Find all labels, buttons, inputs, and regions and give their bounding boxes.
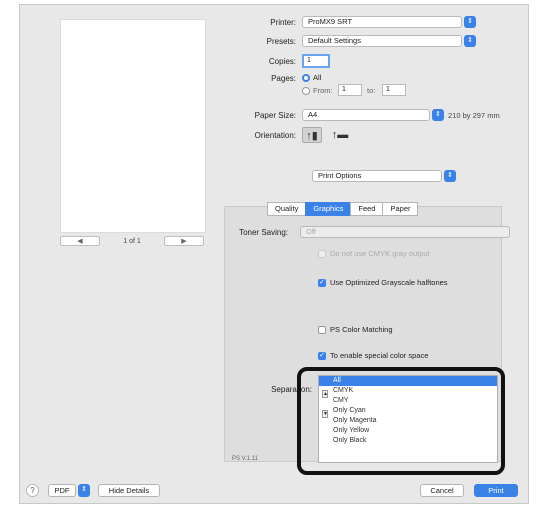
highlight-outline [297,367,505,475]
tab-paper[interactable]: Paper [382,202,419,216]
orientation-label: Orientation: [254,131,296,140]
grayed-option-checkbox [318,250,326,258]
pages-all-label: All [313,73,322,82]
optimized-halftone-checkbox[interactable]: ✓ [318,279,326,287]
tab-graphics[interactable]: Graphics [305,202,352,216]
pages-range-radio[interactable] [302,87,310,95]
print-options-popup[interactable]: Print Options [312,170,442,182]
print-button[interactable]: Print [474,484,518,497]
printer-label: Printer: [270,18,296,27]
optimized-halftone-label: Use Optimized Grayscale halftones [330,278,448,287]
tab-quality[interactable]: Quality [267,202,307,216]
cancel-button[interactable]: Cancel [420,484,464,497]
right-arrow-icon: ▶ [181,238,187,245]
toner-saving-popup[interactable]: Off [300,226,510,238]
printer-stepper-icon[interactable]: ⇕ [464,16,476,28]
presets-popup[interactable]: Default Settings [302,35,462,47]
help-button[interactable]: ? [26,484,39,497]
pages-from-label: From: [313,86,333,95]
paper-size-dimensions: 210 by 297 mm [448,111,500,120]
driver-version: PS V.1.11 [232,456,259,462]
landscape-orientation-button[interactable]: ↑▬ [330,127,350,143]
special-color-space-checkbox[interactable]: ✓ [318,352,326,360]
pdf-dropdown-icon[interactable]: ⇕ [78,484,90,497]
paper-size-label: Paper Size: [254,111,296,120]
presets-stepper-icon[interactable]: ⇕ [464,35,476,47]
paper-size-popup[interactable]: A4 [302,109,430,121]
pages-to-field[interactable]: 1 [382,84,406,96]
left-arrow-icon: ◀ [77,238,83,245]
print-preview-page [60,19,206,233]
copies-label: Copies: [268,57,296,66]
special-color-space-label: To enable special color space [330,351,429,360]
preview-page-counter: 1 of 1 [123,237,141,245]
printer-popup[interactable]: ProMX9 SRT [302,16,462,28]
options-tabs: Quality Graphics Feed Paper [267,202,419,216]
pdf-menu-button[interactable]: PDF [48,484,76,497]
portrait-orientation-button[interactable]: ↑▮ [302,127,322,143]
pages-all-radio[interactable] [302,74,310,82]
presets-label: Presets: [266,37,296,46]
hide-details-button[interactable]: Hide Details [98,484,160,497]
toner-saving-label: Toner Saving: [239,228,288,237]
pages-to-label: to: [367,86,376,95]
grayed-option-label: Do not use CMYK gray output [330,249,430,258]
tab-feed[interactable]: Feed [350,202,384,216]
ps-color-matching-checkbox[interactable] [318,326,326,334]
preview-prev-button[interactable]: ◀ [60,236,100,246]
preview-navigation: ◀ 1 of 1 ▶ [60,235,204,247]
pages-label: Pages: [271,74,296,83]
print-options-stepper-icon[interactable]: ⇕ [444,170,456,182]
ps-color-matching-label: PS Color Matching [330,325,393,334]
preview-next-button[interactable]: ▶ [164,236,204,246]
copies-field[interactable]: 1 [302,54,330,68]
paper-size-stepper-icon[interactable]: ⇕ [432,109,444,121]
pages-from-field[interactable]: 1 [338,84,362,96]
